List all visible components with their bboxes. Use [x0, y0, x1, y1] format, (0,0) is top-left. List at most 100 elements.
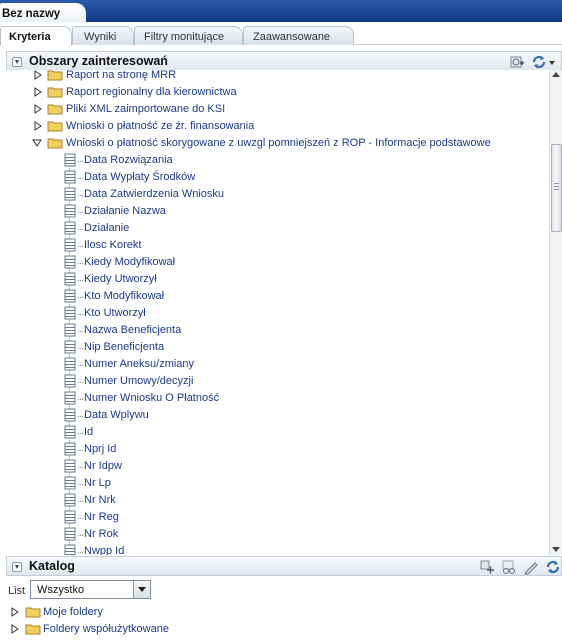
dropdown-arrow-icon[interactable] [133, 581, 150, 598]
tree-column-label: Nr Reg [84, 511, 119, 523]
tree-folder-row[interactable]: Pliki XML zaimportowane do KSI [6, 101, 546, 118]
tree-column-label: Kto Modyfikował [84, 290, 165, 302]
tree-column-row[interactable]: Nprj Id [6, 441, 546, 458]
tree-column-label: Data Rozwiązania [84, 154, 173, 166]
column-icon [64, 425, 76, 439]
document-tab-bar: Bez nazwy [0, 0, 562, 22]
catalog-properties-icon[interactable] [501, 559, 517, 575]
tree-column-row[interactable]: Kto Utworzył [6, 305, 546, 322]
tree-column-row[interactable]: Data Wplywu [6, 407, 546, 424]
collapse-chevron-icon[interactable] [12, 57, 22, 67]
tree-column-row[interactable]: Nwpp Id [6, 543, 546, 555]
tree-column-row[interactable]: Data Wypłaty Środków [6, 169, 546, 186]
folder-icon [47, 70, 63, 81]
tree-folder-label: Pliki XML zaimportowane do KSI [66, 103, 226, 115]
column-icon [64, 476, 76, 490]
tree-column-row[interactable]: Data Rozwiązania [6, 152, 546, 169]
tab-zaawansowane[interactable]: Zaawansowane [243, 26, 354, 45]
expand-triangle-icon[interactable] [10, 624, 20, 634]
tree-folder-row[interactable]: Raport na stronę MRR [6, 70, 546, 84]
catalog-title: Katalog [29, 559, 75, 573]
expand-triangle-icon[interactable] [33, 104, 43, 114]
tree-folder-row-expanded[interactable]: Wnioski o płatność skorygowane z uwzgl p… [6, 135, 546, 152]
tree-column-row[interactable]: Ilosc Korekt [6, 237, 546, 254]
tree-folder-row[interactable]: Wnioski o płatność ze źr. finansowania [6, 118, 546, 135]
document-tab[interactable]: Bez nazwy [0, 3, 86, 22]
tree-column-label: Kiedy Utworzył [84, 273, 157, 285]
tree-column-row[interactable]: Nr Nrk [6, 492, 546, 509]
column-icon [64, 544, 76, 555]
column-icon [64, 323, 76, 337]
scrollbar-thumb[interactable] [551, 144, 562, 232]
expand-triangle-icon[interactable] [33, 70, 43, 80]
folder-icon [47, 87, 63, 98]
catalog-folder-row[interactable]: Moje foldery [0, 604, 300, 621]
list-select[interactable]: Wszystko [30, 580, 151, 599]
subject-areas-header: Obszary zainteresowań [6, 51, 562, 71]
tree-column-label: Nr Rok [84, 528, 119, 540]
expand-triangle-icon[interactable] [33, 87, 43, 97]
tree-column-row[interactable]: Data Zatwierdzenia Wniosku [6, 186, 546, 203]
chevron-down-icon[interactable] [547, 54, 557, 70]
tab-wyniki[interactable]: Wyniki [72, 26, 134, 45]
refresh-icon[interactable] [531, 54, 547, 70]
tree-column-row[interactable]: Nr Reg [6, 509, 546, 526]
tree-column-row[interactable]: Działanie Nazwa [6, 203, 546, 220]
edit-pencil-icon[interactable] [523, 559, 539, 575]
catalog-folder-row[interactable]: Foldery współużytkowane [0, 621, 300, 638]
folder-icon [47, 121, 63, 132]
collapse-triangle-icon[interactable] [32, 138, 42, 148]
column-icon [64, 153, 76, 167]
tree-folder-row[interactable]: Raport regionalny dla kierownictwa [6, 84, 546, 101]
tree-column-label: Ilosc Korekt [84, 239, 142, 251]
tree-scrollbar[interactable] [549, 70, 562, 555]
tree-column-row[interactable]: Numer Aneksu/zmiany [6, 356, 546, 373]
expand-triangle-icon[interactable] [33, 121, 43, 131]
tree-folder-label: Raport regionalny dla kierownictwa [66, 86, 237, 98]
tree-folder-label: Wnioski o płatność ze źr. finansowania [66, 120, 255, 132]
tab-kryteria[interactable]: Kryteria [0, 26, 72, 46]
catalog-folder-label: Moje foldery [43, 606, 103, 618]
tree-column-row[interactable]: Id [6, 424, 546, 441]
tree-column-label: Id [84, 426, 94, 438]
column-icon [64, 408, 76, 422]
column-icon [64, 170, 76, 184]
column-icon [64, 204, 76, 218]
subject-areas-tree: Raport na stronę MRR Raport regionalny d… [6, 70, 549, 555]
refresh-icon[interactable] [545, 559, 561, 575]
scroll-up-arrow-icon[interactable] [552, 72, 560, 77]
expand-triangle-icon[interactable] [10, 607, 20, 617]
tree-column-row[interactable]: Kiedy Modyfikował [6, 254, 546, 271]
tree-column-label: Numer Wniosku O Płatność [84, 392, 220, 404]
catalog-header: Katalog [6, 556, 562, 576]
column-icon [64, 442, 76, 456]
tree-column-row[interactable]: Numer Umowy/decyzji [6, 373, 546, 390]
list-label: List [8, 585, 26, 597]
add-subject-area-icon[interactable] [509, 54, 525, 70]
criteria-tab-bar: Kryteria Wyniki Filtry monitujące Zaawan… [0, 22, 562, 46]
tree-column-row[interactable]: Numer Wniosku O Płatność [6, 390, 546, 407]
column-icon [64, 221, 76, 235]
tree-column-label: Działanie [84, 222, 130, 234]
scroll-down-arrow-icon[interactable] [552, 547, 560, 552]
column-icon [64, 374, 76, 388]
column-icon [64, 255, 76, 269]
column-icon [64, 459, 76, 473]
tree-column-row[interactable]: Kto Modyfikował [6, 288, 546, 305]
tree-folder-label: Wnioski o płatność skorygowane z uwzgl p… [66, 137, 491, 149]
add-to-catalog-icon[interactable] [479, 559, 495, 575]
column-icon [64, 306, 76, 320]
tree-column-row[interactable]: Kiedy Utworzył [6, 271, 546, 288]
tree-column-label: Data Zatwierdzenia Wniosku [84, 188, 225, 200]
column-icon [64, 510, 76, 524]
tree-column-row[interactable]: Nr Lp [6, 475, 546, 492]
tree-column-row[interactable]: Działanie [6, 220, 546, 237]
tree-column-row[interactable]: Nr Idpw [6, 458, 546, 475]
tree-column-row[interactable]: Nazwa Beneficjenta [6, 322, 546, 339]
tree-column-label: Numer Umowy/decyzji [84, 375, 194, 387]
collapse-chevron-icon[interactable] [12, 562, 22, 572]
tree-column-label: Data Wplywu [84, 409, 149, 421]
tab-filtry-monitujace[interactable]: Filtry monitujące [134, 26, 243, 45]
tree-column-row[interactable]: Nr Rok [6, 526, 546, 543]
tree-column-row[interactable]: Nip Beneficjenta [6, 339, 546, 356]
